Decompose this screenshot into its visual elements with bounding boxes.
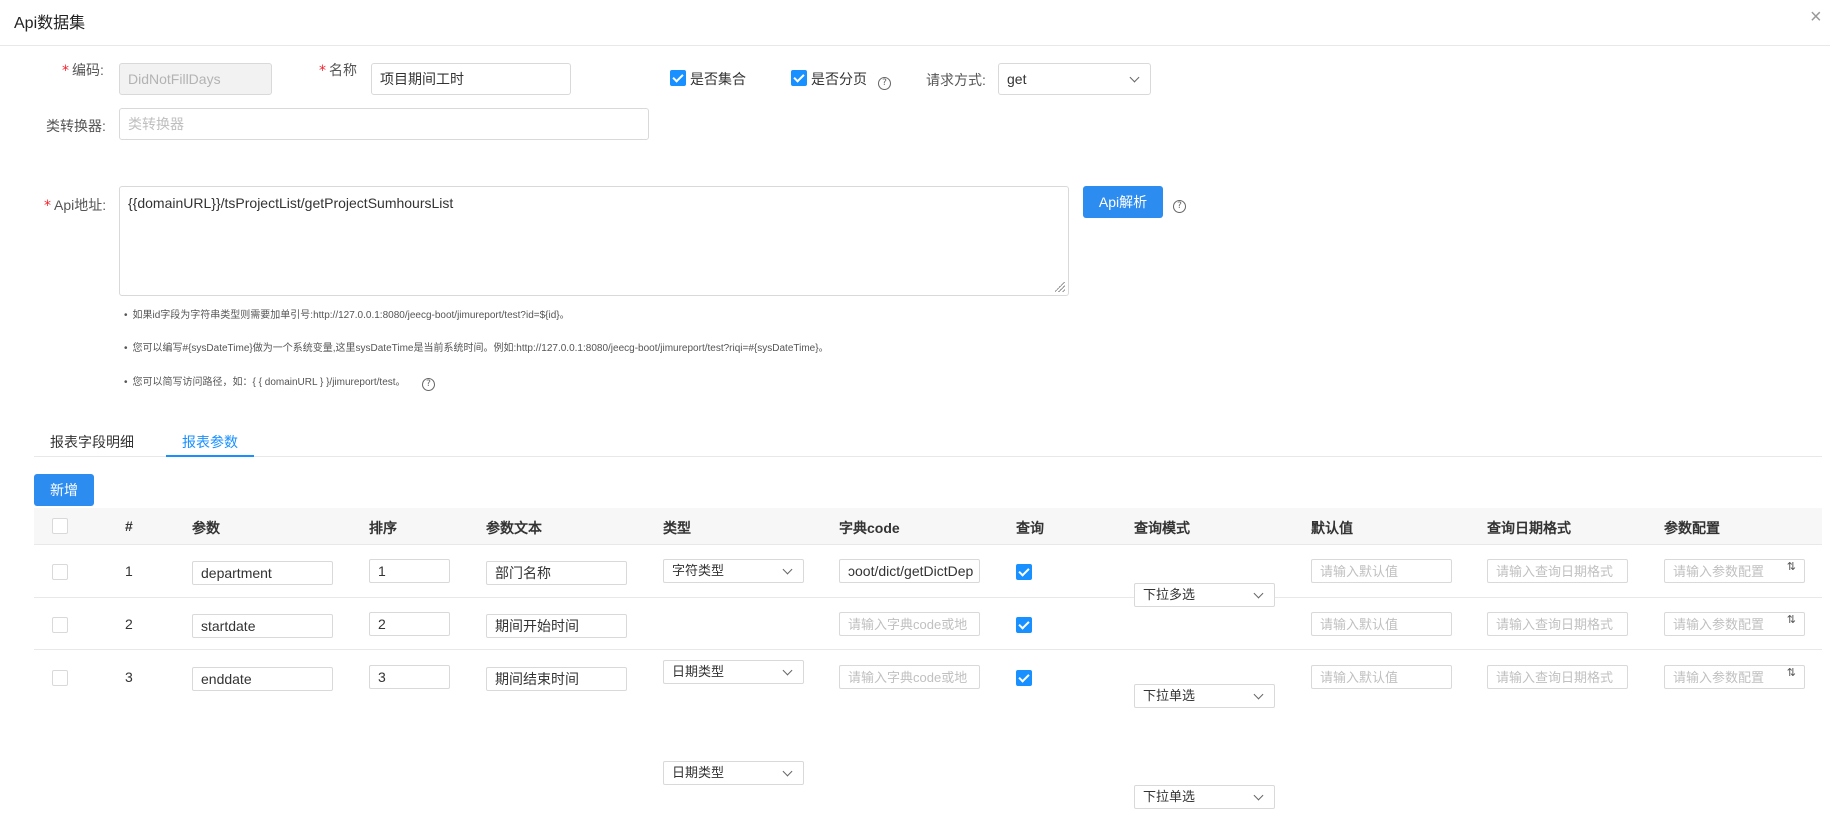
order-input[interactable]: 1 [369, 559, 450, 583]
col-header-default: 默认值 [1311, 520, 1353, 536]
row-checkbox[interactable] [52, 670, 68, 689]
dict-code-input[interactable]: 请输入字典code或地 [839, 612, 980, 636]
dict-code-placeholder: 请输入字典code或地 [848, 670, 968, 685]
is-collection-label: 是否集合 [690, 71, 746, 87]
param-text-input[interactable]: 部门名称 [486, 561, 627, 585]
paged-help-icon[interactable]: ? [878, 72, 891, 90]
resize-handle-icon[interactable] [1055, 282, 1065, 292]
param-name-input[interactable]: startdate [192, 614, 333, 638]
default-value-input[interactable]: 请输入默认值 [1311, 559, 1452, 583]
select-all-checkbox[interactable] [52, 518, 68, 537]
modal-header [0, 0, 1830, 46]
col-header-index: # [125, 518, 133, 534]
converter-label: 类转换器: [46, 118, 106, 134]
request-method-value: get [1007, 71, 1027, 87]
param-name-input[interactable]: enddate [192, 667, 333, 691]
param-config-placeholder: 请输入参数配置 [1673, 670, 1765, 685]
type-select[interactable]: 字符类型 [663, 559, 804, 583]
modal-title: Api数据集 [14, 15, 86, 32]
param-name-input[interactable]: department [192, 561, 333, 585]
param-text-input[interactable]: 期间开始时间 [486, 614, 627, 638]
type-value: 日期类型 [672, 765, 725, 780]
order-input[interactable]: 2 [369, 612, 450, 636]
param-config-input[interactable]: 请输入参数配置 ⇅ [1664, 665, 1805, 689]
date-format-input[interactable]: 请输入查询日期格式 [1487, 612, 1628, 636]
date-format-placeholder: 请输入查询日期格式 [1496, 617, 1614, 632]
col-header-param-config: 参数配置 [1664, 520, 1720, 536]
default-value-placeholder: 请输入默认值 [1320, 670, 1399, 685]
hint-shorthand: 您可以简写访问路径，如：{ { domainURL } }/jimureport… [124, 373, 406, 388]
default-value-placeholder: 请输入默认值 [1320, 564, 1399, 579]
row-number: 3 [125, 669, 133, 685]
date-format-input[interactable]: 请输入查询日期格式 [1487, 559, 1628, 583]
param-config-placeholder: 请输入参数配置 [1673, 564, 1765, 579]
api-help-icon[interactable]: ? [1173, 195, 1186, 213]
order-input[interactable]: 3 [369, 665, 450, 689]
row-checkbox[interactable] [52, 617, 68, 636]
converter-input[interactable]: 类转换器 [119, 108, 649, 140]
param-text-input[interactable]: 期间结束时间 [486, 667, 627, 691]
expand-icon[interactable]: ⇅ [1787, 614, 1796, 625]
row-number: 2 [125, 616, 133, 632]
dict-code-placeholder: 请输入字典code或地 [848, 617, 968, 632]
expand-icon[interactable]: ⇅ [1787, 561, 1796, 572]
col-header-date-format: 查询日期格式 [1487, 520, 1571, 536]
col-header-query: 查询 [1016, 520, 1044, 536]
row-checkbox[interactable] [52, 564, 68, 583]
col-header-order: 排序 [369, 520, 397, 536]
date-format-placeholder: 请输入查询日期格式 [1496, 564, 1614, 579]
hint-sysdatetime: 您可以编写#{sysDateTime}做为一个系统变量,这里sysDateTim… [124, 339, 829, 354]
col-header-query-mode: 查询模式 [1134, 520, 1190, 536]
date-format-placeholder: 请输入查询日期格式 [1496, 670, 1614, 685]
col-header-param-text: 参数文本 [486, 520, 542, 536]
col-header-param: 参数 [192, 520, 220, 536]
api-parse-button[interactable]: Api解析 [1083, 186, 1163, 218]
default-value-placeholder: 请输入默认值 [1320, 617, 1399, 632]
name-label: * 名称 [319, 62, 357, 79]
query-mode-value: 下拉单选 [1143, 789, 1196, 804]
api-url-label: * Api地址: [44, 197, 107, 214]
hint-quote-id: 如果id字段为字符串类型则需要加单引号:http://127.0.0.1:808… [124, 306, 570, 321]
chevron-down-icon [782, 564, 793, 575]
default-value-input[interactable]: 请输入默认值 [1311, 665, 1452, 689]
chevron-down-icon [782, 766, 793, 777]
default-value-input[interactable]: 请输入默认值 [1311, 612, 1452, 636]
param-config-input[interactable]: 请输入参数配置 ⇅ [1664, 612, 1805, 636]
tab-report-params[interactable]: 报表参数 [182, 432, 238, 452]
param-config-placeholder: 请输入参数配置 [1673, 617, 1765, 632]
converter-placeholder: 类转换器 [128, 116, 184, 132]
col-header-dict-code: 字典code [839, 520, 900, 536]
tab-field-details[interactable]: 报表字段明细 [50, 432, 134, 452]
type-select[interactable]: 日期类型 [663, 761, 804, 785]
close-icon[interactable]: × [1810, 6, 1822, 29]
col-header-type: 类型 [663, 520, 691, 536]
date-format-input[interactable]: 请输入查询日期格式 [1487, 665, 1628, 689]
code-input[interactable]: DidNotFillDays [119, 63, 272, 95]
dict-code-input[interactable]: ɔoot/dict/getDictDep [839, 559, 980, 583]
code-label: * 编码: [62, 62, 104, 79]
add-param-button[interactable]: 新增 [34, 474, 94, 506]
query-checkbox[interactable] [1016, 617, 1032, 636]
param-config-input[interactable]: 请输入参数配置 ⇅ [1664, 559, 1805, 583]
type-value: 字符类型 [672, 563, 725, 578]
row-number: 1 [125, 563, 133, 579]
api-url-textarea[interactable]: {{domainURL}}/tsProjectList/getProjectSu… [119, 186, 1069, 296]
is-paged-label: 是否分页 [811, 71, 867, 87]
chevron-down-icon [1129, 72, 1140, 83]
query-mode-select[interactable]: 下拉单选 [1134, 785, 1275, 809]
chevron-down-icon [1253, 790, 1264, 801]
request-method-select[interactable]: get [998, 63, 1151, 95]
expand-icon[interactable]: ⇅ [1787, 667, 1796, 678]
tab-divider [34, 456, 1822, 457]
query-checkbox[interactable] [1016, 564, 1032, 583]
tab-active-indicator [166, 455, 254, 457]
query-checkbox[interactable] [1016, 670, 1032, 689]
hint-help-icon[interactable]: ? [422, 373, 435, 391]
dict-code-input[interactable]: 请输入字典code或地 [839, 665, 980, 689]
api-url-value: {{domainURL}}/tsProjectList/getProjectSu… [128, 195, 454, 211]
is-paged-checkbox[interactable] [791, 70, 807, 89]
is-collection-checkbox[interactable] [670, 70, 686, 89]
request-method-label: 请求方式: [926, 72, 986, 88]
name-input[interactable]: 项目期间工时 [371, 63, 571, 95]
